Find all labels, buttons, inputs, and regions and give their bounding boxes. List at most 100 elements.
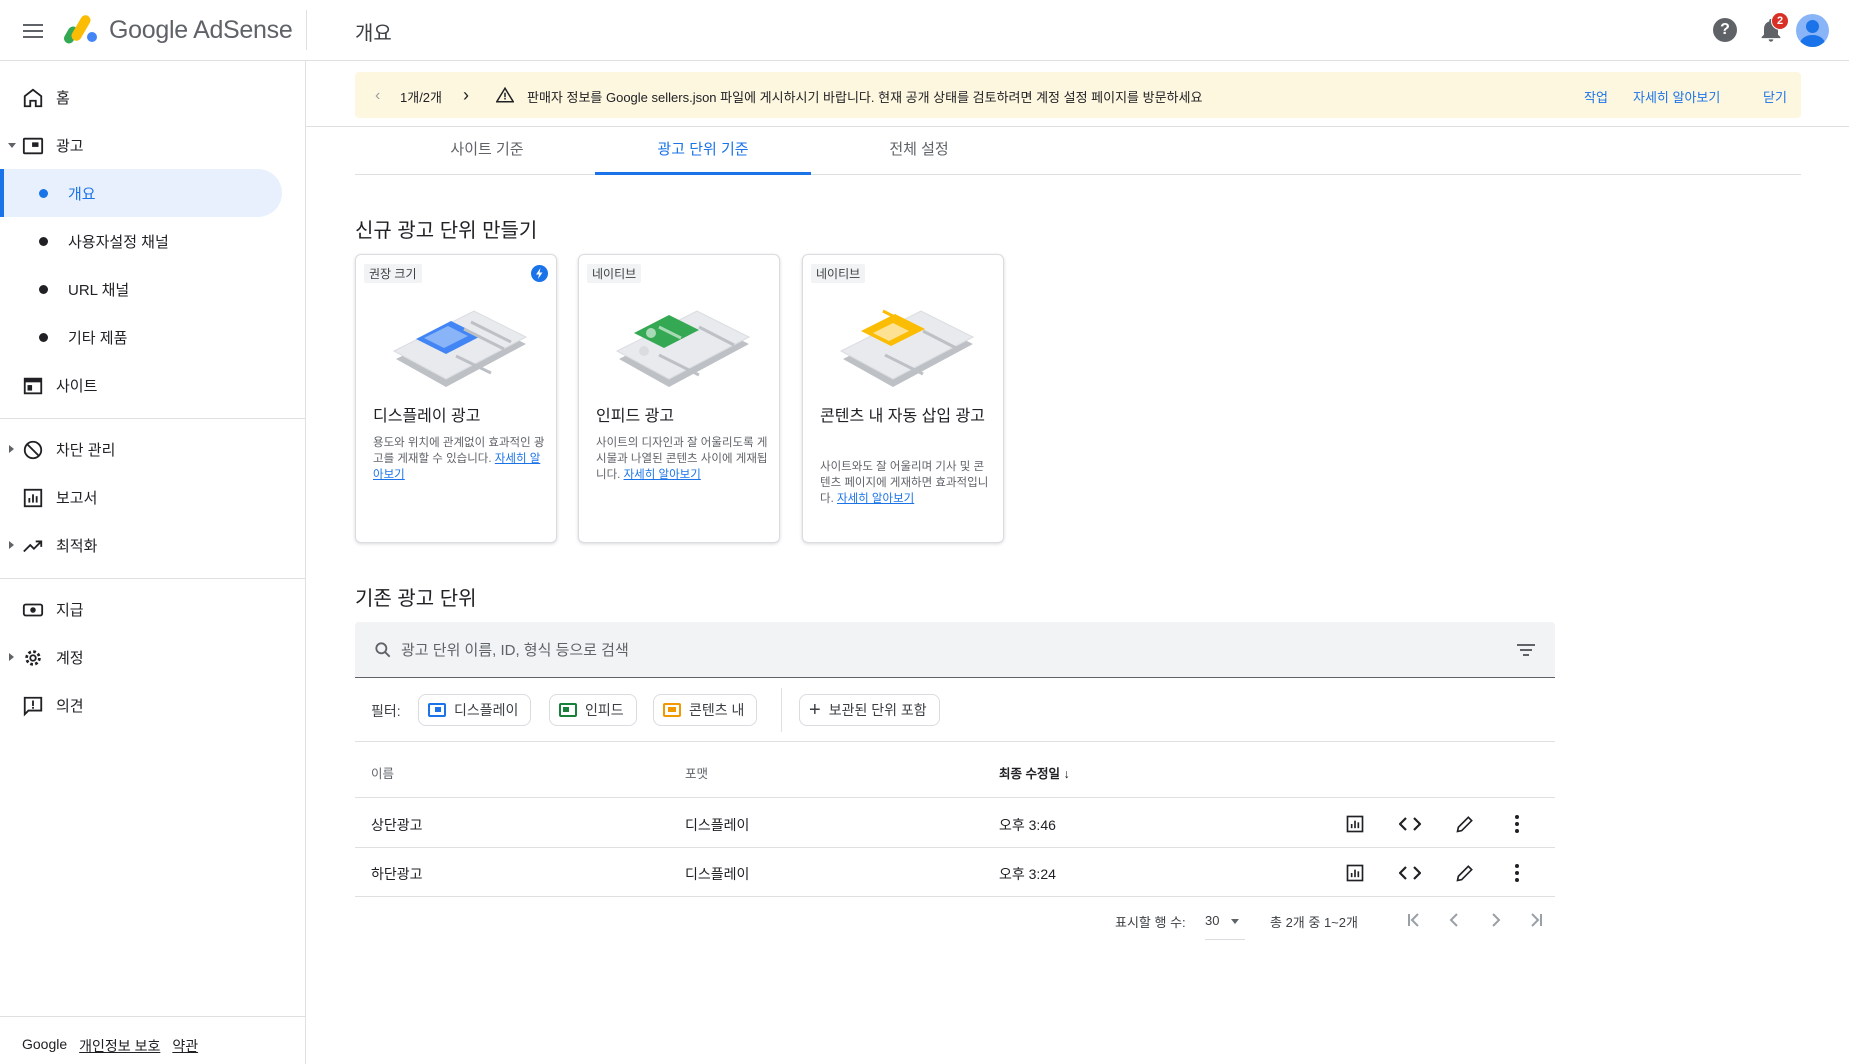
- tab-global-settings[interactable]: 전체 설정: [811, 138, 1027, 174]
- next-page-icon[interactable]: [1483, 908, 1507, 932]
- column-header-format: 포맷: [685, 767, 709, 781]
- ad-unit-name[interactable]: 상단광고: [371, 815, 423, 835]
- ad-unit-format: 디스플레이: [685, 866, 750, 882]
- sidebar-item-label: 지급: [56, 601, 84, 619]
- chip-label: 보관된 단위 포함: [828, 702, 927, 718]
- brand-name[interactable]: Google AdSense: [109, 16, 293, 45]
- bullet-icon: [39, 189, 48, 198]
- sidebar-item-other-products[interactable]: 기타 제품: [0, 313, 282, 361]
- sidebar-item-reports[interactable]: 보고서: [0, 473, 282, 521]
- table-row[interactable]: 하단광고 디스플레이 오후 3:24: [355, 848, 1555, 897]
- card-tag: 권장 크기: [364, 264, 422, 283]
- in-feed-ad-icon: [559, 703, 577, 717]
- add-icon: +: [809, 699, 821, 721]
- optimize-icon: [23, 540, 43, 553]
- sidebar-item-label: 사이트: [56, 377, 98, 395]
- chevron-right-icon[interactable]: [9, 445, 14, 453]
- card-learn-more-link[interactable]: 자세히 알아보기: [837, 493, 914, 505]
- in-article-ad-icon: [663, 703, 681, 717]
- card-tag: 네이티브: [811, 264, 866, 283]
- sidebar-divider: [0, 1016, 306, 1017]
- bullet-icon: [39, 333, 48, 342]
- filter-list-icon[interactable]: [1516, 642, 1536, 658]
- table-header: 이름 포맷 최종 수정일 ↓: [355, 742, 1555, 798]
- tab-by-ad-unit[interactable]: 광고 단위 기준: [595, 138, 811, 174]
- sidebar-item-custom-channels[interactable]: 사용자설정 채널: [0, 217, 282, 265]
- sidebar-item-label: 사용자설정 채널: [68, 233, 169, 251]
- sidebar-item-label: 개요: [68, 185, 96, 203]
- card-tag: 네이티브: [587, 264, 642, 283]
- more-vert-icon[interactable]: [1505, 861, 1529, 885]
- card-learn-more-link[interactable]: 자세히 알아보기: [624, 469, 701, 481]
- create-section-heading: 신규 광고 단위 만들기: [355, 220, 538, 242]
- chevron-right-icon[interactable]: [9, 541, 14, 549]
- in-feed-ad-illustration: [615, 310, 751, 387]
- sidebar-item-optimization[interactable]: 최적화: [0, 521, 282, 569]
- notice-learn-more-link[interactable]: 자세히 알아보기: [1633, 87, 1720, 106]
- filter-chip-in-feed[interactable]: 인피드: [549, 694, 637, 726]
- sidebar-item-label: 보고서: [56, 489, 98, 507]
- arrow-down-icon: ↓: [1063, 767, 1070, 781]
- sidebar-item-ads[interactable]: 광고: [0, 121, 282, 169]
- code-icon[interactable]: [1398, 812, 1422, 836]
- main-menu-button[interactable]: [18, 16, 48, 46]
- last-page-icon[interactable]: [1523, 908, 1547, 932]
- chevron-left-icon[interactable]: ‹: [375, 87, 380, 105]
- edit-pencil-icon[interactable]: [1453, 861, 1477, 885]
- notice-close-button[interactable]: 닫기: [1763, 87, 1787, 106]
- rows-per-page-select[interactable]: 30: [1205, 904, 1245, 940]
- column-header-last-modified[interactable]: 최종 수정일 ↓: [999, 763, 1070, 782]
- code-icon[interactable]: [1398, 861, 1422, 885]
- include-archived-chip[interactable]: + 보관된 단위 포함: [799, 694, 940, 726]
- sidebar-item-account[interactable]: 계정: [0, 633, 282, 681]
- ad-unit-name[interactable]: 하단광고: [371, 864, 423, 884]
- dropdown-arrow-icon: [1231, 919, 1239, 924]
- sidebar-item-home[interactable]: 홈: [0, 73, 282, 121]
- display-ad-card[interactable]: 권장 크기 디스플레이 광고 용도와 위치에 관계없이 효과적인 광고를 게재할…: [355, 254, 557, 543]
- more-vert-icon[interactable]: [1505, 812, 1529, 836]
- chevron-down-icon[interactable]: [8, 143, 16, 148]
- ad-unit-modified: 오후 3:24: [999, 866, 1056, 882]
- block-icon: [23, 440, 43, 460]
- in-feed-ad-card[interactable]: 네이티브 인피드 광고 사이트의 디자인과 잘 어울리도록 게시물과 나열된 콘…: [578, 254, 780, 543]
- tab-by-site[interactable]: 사이트 기준: [379, 138, 595, 174]
- sidebar-item-label: URL 채널: [68, 281, 130, 299]
- search-input[interactable]: [401, 636, 1481, 664]
- report-icon[interactable]: [1343, 861, 1367, 885]
- notice-action-button[interactable]: 작업: [1584, 87, 1608, 106]
- terms-link[interactable]: 약관: [172, 1036, 198, 1056]
- report-icon[interactable]: [1343, 812, 1367, 836]
- filter-chip-display[interactable]: 디스플레이: [418, 694, 532, 726]
- home-icon: [23, 88, 43, 108]
- notice-message: 판매자 정보를 Google sellers.json 파일에 게시하시기 바랍…: [527, 90, 1203, 105]
- privacy-link[interactable]: 개인정보 보호: [79, 1036, 160, 1056]
- first-page-icon[interactable]: [1403, 908, 1427, 932]
- account-avatar[interactable]: [1796, 14, 1829, 47]
- gear-icon: [25, 650, 41, 666]
- help-icon[interactable]: ?: [1713, 18, 1737, 42]
- chip-label: 디스플레이: [454, 702, 519, 718]
- search-icon: [375, 642, 391, 658]
- chip-separator: [781, 688, 782, 732]
- sidebar-item-url-channels[interactable]: URL 채널: [0, 265, 282, 313]
- filter-chip-in-article[interactable]: 콘텐츠 내: [653, 694, 758, 726]
- sidebar-item-feedback[interactable]: 의견: [0, 681, 282, 729]
- chevron-right-icon[interactable]: ›: [463, 85, 469, 106]
- sidebar-item-blocking-controls[interactable]: 차단 관리: [0, 425, 282, 473]
- notice-pager: 1개/2개: [400, 90, 442, 105]
- chevron-right-icon[interactable]: [9, 653, 14, 661]
- filter-label: 필터:: [371, 703, 401, 719]
- column-header-name: 이름: [371, 767, 395, 781]
- sidebar-item-label: 최적화: [56, 537, 98, 555]
- active-tab-indicator: [595, 172, 811, 175]
- edit-pencil-icon[interactable]: [1453, 812, 1477, 836]
- sidebar-item-sites[interactable]: 사이트: [0, 361, 282, 409]
- sidebar-item-payments[interactable]: 지급: [0, 585, 282, 633]
- card-description: 용도와 위치에 관계없이 효과적인 광고를 게재할 수 있습니다. 자세히 알아…: [373, 437, 545, 481]
- table-row[interactable]: 상단광고 디스플레이 오후 3:46: [355, 799, 1555, 848]
- sidebar-item-label: 광고: [56, 137, 84, 155]
- sidebar-item-overview[interactable]: 개요: [0, 169, 282, 217]
- ads-icon: [22, 137, 44, 155]
- in-article-ad-card[interactable]: 네이티브 콘텐츠 내 자동 삽입 광고 사이트와도 잘 어울리며 기사 및 콘텐…: [802, 254, 1004, 543]
- prev-page-icon[interactable]: [1443, 908, 1467, 932]
